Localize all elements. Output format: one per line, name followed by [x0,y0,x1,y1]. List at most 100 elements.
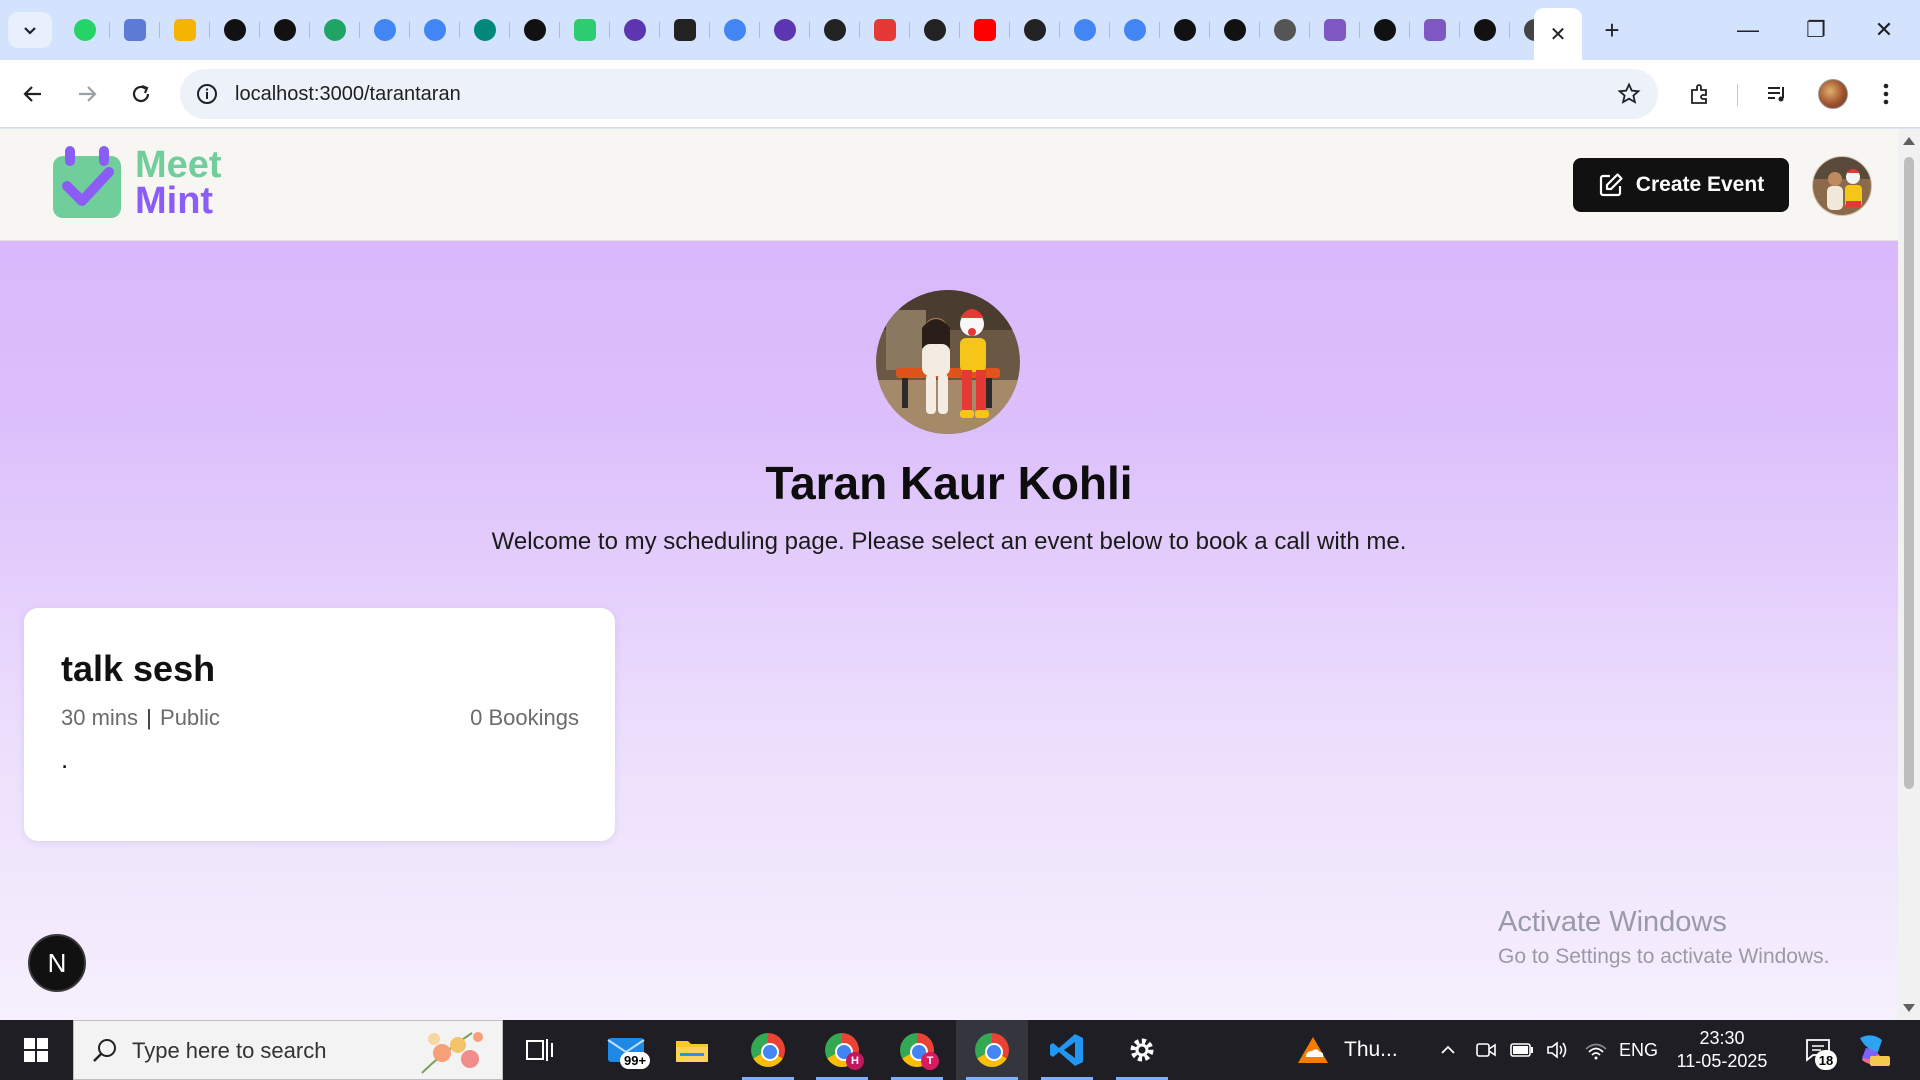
pinned-tab[interactable] [1160,10,1210,50]
vscode-app[interactable] [1031,1020,1103,1080]
pinned-tab[interactable] [1310,10,1360,50]
pinned-tab[interactable] [510,10,560,50]
task-view-icon [526,1039,553,1061]
address-bar[interactable]: localhost:3000/tarantaran [180,69,1658,119]
chrome-app-profile-3[interactable]: T [881,1020,953,1080]
event-meta-separator: | [146,705,152,730]
pinned-tab[interactable] [1460,10,1510,50]
scroll-thumb[interactable] [1904,157,1914,789]
volume-icon[interactable] [1542,1020,1574,1080]
pinned-tab[interactable] [410,10,460,50]
task-view-button[interactable] [504,1020,576,1080]
settings-app[interactable] [1106,1020,1178,1080]
tray-overflow-chevron-icon[interactable] [1432,1020,1464,1080]
chrome-app-profile-4[interactable] [956,1020,1028,1080]
menu-kebab-icon[interactable] [1866,74,1906,114]
site-info-icon[interactable] [194,81,220,107]
new-tab-button[interactable]: + [1594,15,1630,45]
browser-toolbar: localhost:3000/tarantaran [0,60,1920,128]
meetmint-logo[interactable]: Meet Mint [51,146,222,220]
reload-icon [132,84,150,103]
chrome-icon [975,1033,1009,1067]
event-card[interactable]: talk sesh 30 mins | Public 0 Bookings . [24,608,615,841]
bird-logo-icon [124,19,146,41]
profile-avatar-button[interactable] [1813,74,1853,114]
pinned-tab[interactable] [210,10,260,50]
prisma-icon [824,19,846,41]
google-docs-icon [424,19,446,41]
create-event-button[interactable]: Create Event [1573,158,1789,212]
back-button[interactable] [13,74,53,114]
restore-button[interactable]: ❐ [1782,0,1850,60]
user-avatar[interactable] [1812,156,1872,216]
close-tab-icon[interactable]: ✕ [1550,22,1567,47]
pinned-tab[interactable] [310,10,360,50]
logo-line-2: Mint [135,180,214,222]
scroll-down-arrow-icon[interactable] [1903,1004,1915,1012]
chrome-app-profile-2[interactable]: H [806,1020,878,1080]
system-clock[interactable]: 23:30 11-05-2025 [1672,1027,1772,1073]
media-controls-icon[interactable] [1757,74,1797,114]
pinned-tab[interactable] [710,10,760,50]
reload-button[interactable] [121,74,161,114]
weather-widget[interactable]: Thu... [1296,1020,1398,1080]
bookmark-star-icon[interactable] [1614,79,1644,109]
pinned-tab[interactable] [1210,10,1260,50]
extensions-icon[interactable] [1680,74,1720,114]
pinned-tab[interactable] [160,10,210,50]
pinned-tab[interactable] [260,10,310,50]
chrome-app-profile-1[interactable] [732,1020,804,1080]
taskbar-search[interactable]: Type here to search [73,1020,503,1080]
pinned-tab[interactable] [860,10,910,50]
pinned-tab[interactable] [1260,10,1310,50]
pinned-tab[interactable] [960,10,1010,50]
battery-icon[interactable] [1506,1020,1538,1080]
url-text[interactable]: localhost:3000/tarantaran [235,83,461,106]
start-button[interactable] [0,1020,72,1080]
pinned-tab[interactable] [910,10,960,50]
file-explorer-app[interactable] [656,1020,728,1080]
meet-now-icon[interactable] [1470,1020,1502,1080]
forward-button[interactable] [67,74,107,114]
close-window-button[interactable]: ✕ [1850,0,1918,60]
minimize-button[interactable]: — [1714,0,1782,60]
pinned-tab[interactable] [360,10,410,50]
tab-search-button[interactable] [8,12,52,48]
pinned-tab[interactable] [610,10,660,50]
slides-icon [174,19,196,41]
pinned-tab[interactable] [1010,10,1060,50]
wifi-icon[interactable] [1580,1020,1612,1080]
c-logo-icon [624,19,646,41]
google-meet-icon [474,19,496,41]
active-tab[interactable]: ✕ [1534,8,1582,60]
mail-app[interactable]: 99+ [590,1020,662,1080]
nextjs-dev-badge[interactable]: N [28,934,86,992]
create-event-label: Create Event [1635,173,1765,196]
event-visibility: Public [160,705,220,730]
event-bookings-count: 0 Bookings [470,705,579,730]
page-scrollbar[interactable] [1898,129,1920,1020]
pinned-tab[interactable] [660,10,710,50]
language-indicator[interactable]: ENG [1619,1040,1658,1061]
flowers-decoration-icon [421,1032,483,1074]
pinned-tab[interactable] [1060,10,1110,50]
vscode-icon [1050,1034,1083,1066]
chevron-down-icon [24,27,36,35]
pinned-tab[interactable] [1410,10,1460,50]
pinned-tab[interactable] [760,10,810,50]
pinned-tab[interactable] [810,10,860,50]
page-viewport: Meet Mint Create Event Taran Kaur Kohli … [0,129,1898,1020]
pinned-tab[interactable] [1360,10,1410,50]
pinned-tab[interactable] [1110,10,1160,50]
calendar-check-icon [51,146,123,220]
notification-center-button[interactable]: 18 [1793,1020,1843,1080]
scroll-up-arrow-icon[interactable] [1903,137,1915,145]
pinned-tab[interactable] [560,10,610,50]
pinned-tab[interactable] [60,10,110,50]
pinned-tab[interactable] [460,10,510,50]
logo-line-1: Meet [135,144,222,186]
copilot-icon[interactable] [1852,1030,1892,1070]
openai-icon [1174,19,1196,41]
search-placeholder: Type here to search [132,1038,327,1063]
pinned-tab[interactable] [110,10,160,50]
